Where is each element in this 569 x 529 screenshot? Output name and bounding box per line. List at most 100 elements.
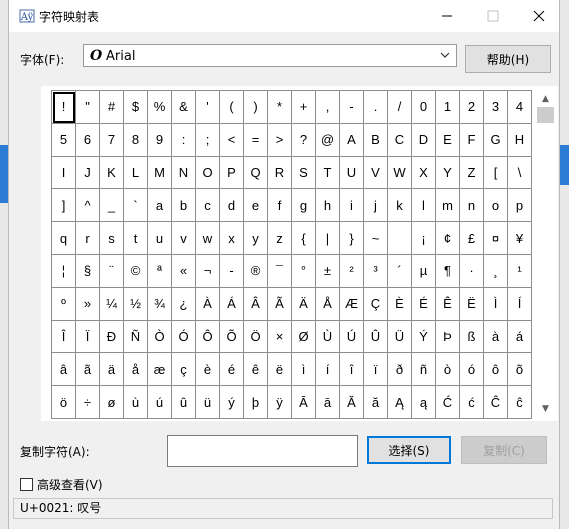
character-cell[interactable]: - [340, 91, 364, 124]
character-cell[interactable]: l [412, 189, 436, 223]
character-cell[interactable]: ¸ [484, 254, 508, 288]
character-cell[interactable]: G [484, 123, 508, 157]
character-cell[interactable]: ¿ [172, 287, 196, 321]
character-cell[interactable]: i [340, 189, 364, 223]
character-cell[interactable]: ö [52, 386, 76, 419]
character-cell[interactable]: * [268, 91, 292, 124]
character-cell[interactable]: È [388, 287, 412, 321]
character-cell[interactable]: R [268, 156, 292, 190]
character-cell[interactable]: Ć [436, 386, 460, 419]
character-cell[interactable]: V [364, 156, 388, 190]
character-cell[interactable]: ò [436, 353, 460, 387]
character-cell[interactable]: » [76, 287, 100, 321]
character-cell[interactable]: ? [292, 123, 316, 157]
select-button[interactable]: 选择(S) [367, 436, 451, 464]
character-cell[interactable]: Ï [76, 320, 100, 354]
character-cell[interactable]: N [172, 156, 196, 190]
character-cell[interactable]: Ą [388, 386, 412, 419]
character-cell[interactable]: ¦ [52, 254, 76, 288]
character-cell[interactable]: f [268, 189, 292, 223]
character-cell[interactable]: ¡ [412, 222, 436, 255]
character-cell[interactable]: 1 [436, 91, 460, 124]
character-cell[interactable]: v [172, 222, 196, 255]
character-cell[interactable]: U [340, 156, 364, 190]
character-cell[interactable]: ] [52, 189, 76, 223]
character-cell[interactable]: ° [292, 254, 316, 288]
scroll-down-arrow-icon[interactable]: ▼ [535, 400, 556, 417]
character-cell[interactable]: ® [244, 254, 268, 288]
character-cell[interactable]: [ [484, 156, 508, 190]
character-cell[interactable]: n [460, 189, 484, 223]
character-cell[interactable]: ä [100, 353, 124, 387]
character-cell[interactable]: ó [460, 353, 484, 387]
character-cell[interactable] [388, 222, 412, 255]
character-cell[interactable]: Ó [172, 320, 196, 354]
character-cell[interactable]: + [292, 91, 316, 124]
character-cell[interactable]: B [364, 123, 388, 157]
character-cell[interactable]: í [316, 353, 340, 387]
character-cell[interactable]: g [292, 189, 316, 223]
character-cell[interactable]: ë [268, 353, 292, 387]
character-cell[interactable]: P [220, 156, 244, 190]
character-cell[interactable]: ù [124, 386, 148, 419]
character-cell[interactable]: Z [460, 156, 484, 190]
character-cell[interactable]: > [268, 123, 292, 157]
character-cell[interactable]: 5 [52, 123, 76, 157]
character-cell[interactable]: ą [412, 386, 436, 419]
character-cell[interactable]: Û [364, 320, 388, 354]
character-cell[interactable]: p [508, 189, 532, 223]
font-dropdown[interactable]: O Arial [83, 44, 457, 67]
character-cell[interactable]: Ö [244, 320, 268, 354]
character-cell[interactable]: M [148, 156, 172, 190]
character-cell[interactable]: ì [292, 353, 316, 387]
character-cell[interactable]: Ñ [124, 320, 148, 354]
character-cell[interactable]: $ [124, 91, 148, 124]
character-cell[interactable]: K [100, 156, 124, 190]
character-cell[interactable]: # [100, 91, 124, 124]
character-cell[interactable]: T [316, 156, 340, 190]
character-cell[interactable]: Y [436, 156, 460, 190]
character-cell[interactable]: è [196, 353, 220, 387]
character-cell[interactable]: · [460, 254, 484, 288]
character-cell[interactable]: Â [244, 287, 268, 321]
character-cell[interactable]: ½ [124, 287, 148, 321]
character-cell[interactable]: a [148, 189, 172, 223]
character-cell[interactable]: ¢ [436, 222, 460, 255]
character-cell[interactable]: ă [364, 386, 388, 419]
character-cell[interactable]: ¤ [484, 222, 508, 255]
character-cell[interactable]: I [52, 156, 76, 190]
character-cell[interactable]: ! [52, 91, 76, 124]
character-cell[interactable]: ¾ [148, 287, 172, 321]
character-cell[interactable]: c [196, 189, 220, 223]
character-cell[interactable]: Ù [316, 320, 340, 354]
advanced-view-option[interactable]: 高级查看(V) [20, 476, 103, 493]
character-cell[interactable]: ü [196, 386, 220, 419]
character-cell[interactable]: L [124, 156, 148, 190]
character-cell[interactable]: @ [316, 123, 340, 157]
character-cell[interactable]: D [412, 123, 436, 157]
character-cell[interactable]: 6 [76, 123, 100, 157]
character-cell[interactable]: | [316, 222, 340, 255]
character-cell[interactable]: á [508, 320, 532, 354]
character-cell[interactable]: à [484, 320, 508, 354]
character-cell[interactable]: t [124, 222, 148, 255]
character-cell[interactable]: ¶ [436, 254, 460, 288]
character-cell[interactable]: Þ [436, 320, 460, 354]
character-cell[interactable]: ; [196, 123, 220, 157]
character-cell[interactable]: ñ [412, 353, 436, 387]
character-cell[interactable]: { [292, 222, 316, 255]
character-cell[interactable]: Q [244, 156, 268, 190]
character-cell[interactable]: ß [460, 320, 484, 354]
character-cell[interactable]: £ [460, 222, 484, 255]
scroll-up-arrow-icon[interactable]: ▲ [535, 90, 556, 107]
character-cell[interactable]: Ä [292, 287, 316, 321]
character-cell[interactable]: É [412, 287, 436, 321]
character-cell[interactable]: ā [316, 386, 340, 419]
character-cell[interactable]: j [364, 189, 388, 223]
character-cell[interactable]: 9 [148, 123, 172, 157]
character-cell[interactable]: ` [124, 189, 148, 223]
character-cell[interactable]: 4 [508, 91, 532, 124]
character-cell[interactable]: E [436, 123, 460, 157]
character-cell[interactable]: / [388, 91, 412, 124]
character-cell[interactable]: þ [244, 386, 268, 419]
